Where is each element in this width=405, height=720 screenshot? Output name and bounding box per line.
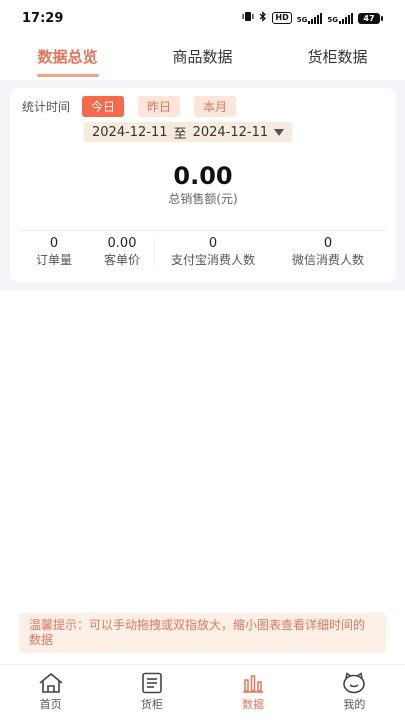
tab-data-overview[interactable]: 数据总览 (0, 36, 135, 80)
nav-profile-label: 我的 (343, 698, 366, 711)
cabinet-icon (140, 672, 164, 694)
end-date: 2024-12-11 (192, 124, 269, 140)
nav-profile[interactable]: 我的 (304, 665, 405, 720)
dropdown-caret-icon (274, 128, 285, 136)
battery-icon: 47 (358, 12, 383, 24)
signal-5g-icon: 5G (297, 12, 323, 24)
metric-value: 0 (49, 236, 59, 251)
date-to-label: 至 (173, 126, 187, 142)
nav-cabinet-label: 货柜 (140, 698, 163, 711)
chip-yesterday[interactable]: 昨日 (138, 96, 181, 117)
chip-this-month[interactable]: 本月 (194, 96, 237, 117)
bluetooth-icon (259, 11, 267, 25)
status-time: 17:29 (22, 10, 64, 26)
nav-home-label: 首页 (39, 698, 62, 711)
profile-icon (341, 672, 367, 694)
home-icon (38, 672, 64, 694)
status-icons: HD 5G 5G 47 (242, 11, 383, 25)
chart-icon (241, 672, 265, 694)
vibrate-icon (242, 11, 254, 25)
status-bar: 17:29 HD 5G 5G 47 (0, 0, 405, 36)
metric-order-count: 0 订单量 (24, 236, 84, 268)
start-date: 2024-12-11 (92, 124, 168, 140)
metric-label: 支付宝消费人数 (170, 253, 255, 267)
tab-product-data[interactable]: 商品数据 (135, 36, 270, 80)
signal-5g-2-icon: 5G (327, 12, 353, 24)
date-range-picker[interactable]: 2024-12-11 至 2024-12-11 (84, 122, 293, 142)
metric-label: 微信消费人数 (291, 253, 364, 267)
card-divider (20, 230, 386, 231)
summary-card: 统计时间 今日 昨日 本月 2024-12-11 至 2024-12-11 0.… (10, 88, 396, 282)
hd-badge: HD (272, 12, 292, 24)
metrics-row: 0 订单量 0.00 客单价 0 支付宝消费人数 0 微信消费人数 (10, 236, 396, 270)
tab-cabinet-data[interactable]: 货柜数据 (270, 36, 405, 80)
nav-data[interactable]: 数据 (203, 665, 304, 720)
nav-data-label: 数据 (242, 698, 265, 711)
metric-label: 订单量 (35, 253, 72, 267)
metric-alipay-users: 0 支付宝消费人数 (160, 236, 266, 268)
bottom-nav: 首页 货柜 数据 我的 (0, 664, 405, 720)
metric-avg-order: 0.00 客单价 (92, 236, 152, 268)
stat-time-label: 统计时间 (22, 100, 71, 114)
total-sales-value: 0.00 (173, 162, 233, 190)
nav-cabinet[interactable]: 货柜 (101, 665, 202, 720)
metric-value: 0 (323, 236, 333, 251)
total-sales-label: 总销售额(元) (168, 192, 238, 206)
chip-today[interactable]: 今日 (82, 96, 125, 117)
metric-value: 0 (208, 236, 218, 251)
hint-box: 温馨提示：可以手动拖拽或双指放大，缩小图表查看详细时间的数据 (19, 613, 386, 653)
metric-value: 0.00 (107, 236, 137, 251)
metric-wechat-users: 0 微信消费人数 (276, 236, 380, 268)
top-tabs: 数据总览 商品数据 货柜数据 (0, 36, 405, 80)
metric-label: 客单价 (103, 253, 140, 267)
nav-home[interactable]: 首页 (0, 665, 101, 720)
time-filter-row: 统计时间 今日 昨日 本月 (22, 96, 250, 117)
